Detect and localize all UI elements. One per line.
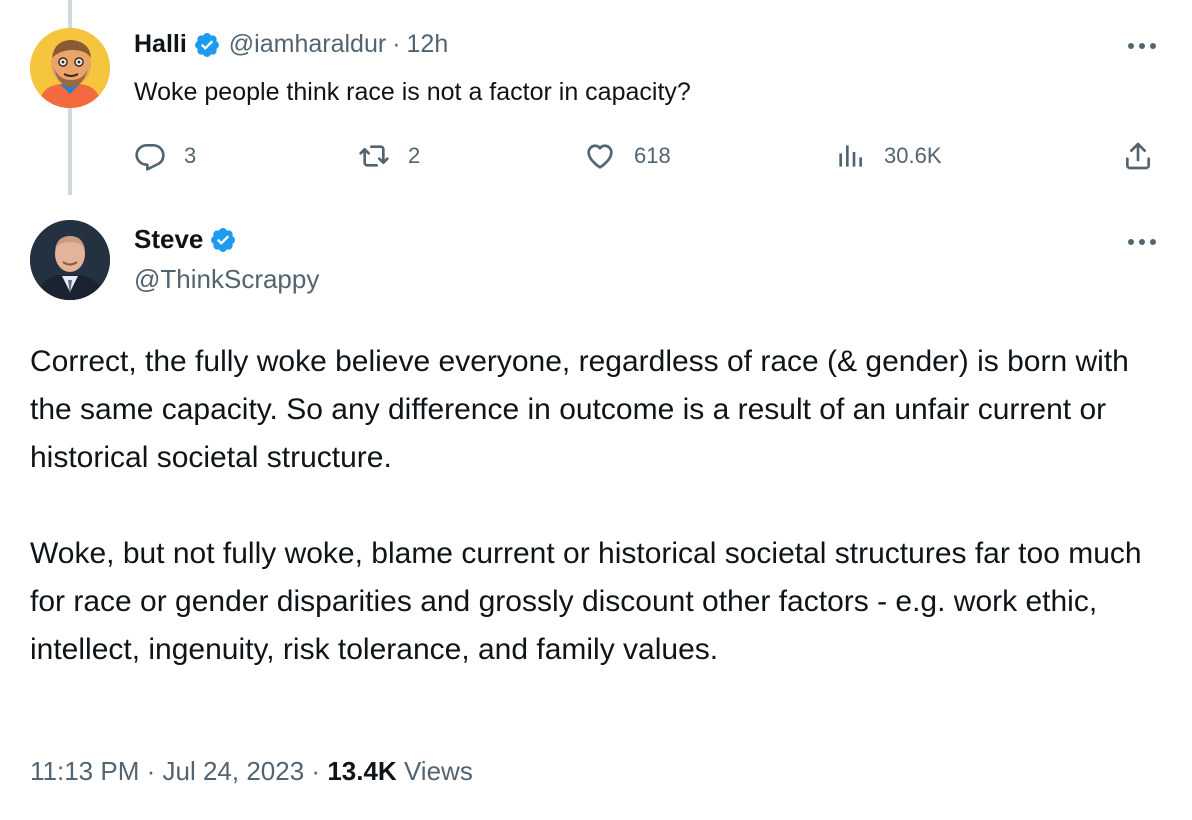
tweet-paragraph: Woke, but not fully woke, blame current … (30, 537, 1142, 666)
main-tweet-author: Steve (134, 224, 245, 255)
parent-action-bar: 3 2 618 30.6K (134, 138, 1164, 174)
repost-button[interactable]: 2 (358, 138, 420, 174)
more-dots-icon (1128, 239, 1156, 245)
parent-tweet-header: Halli @iamharaldur · 12h (134, 30, 448, 59)
analytics-icon (839, 145, 862, 167)
parent-tweet-text: Woke people think race is not a factor i… (134, 78, 691, 106)
tweet-thread: Halli @iamharaldur · 12h Woke people thi… (0, 0, 1192, 820)
more-dots-icon (1128, 43, 1156, 49)
share-icon (1126, 142, 1150, 170)
reply-icon (135, 144, 165, 171)
heart-icon (587, 144, 613, 169)
repost-icon (359, 145, 389, 167)
verified-badge-icon (193, 31, 221, 59)
separator-dot: · (146, 756, 156, 786)
tweet-meta: 11:13 PM · Jul 24, 2023 · 13.4K Views (30, 756, 473, 787)
views-count: 30.6K (884, 143, 942, 168)
avatar-steve[interactable] (30, 220, 110, 300)
separator-dot: · (392, 30, 401, 58)
parent-timestamp[interactable]: 12h (407, 30, 449, 59)
like-count: 618 (634, 143, 671, 168)
share-button[interactable] (1122, 138, 1172, 174)
tweet-time[interactable]: 11:13 PM (30, 756, 139, 786)
parent-more-button[interactable] (1124, 34, 1160, 58)
views-button[interactable]: 30.6K (834, 138, 942, 174)
repost-count: 2 (408, 143, 421, 168)
verified-badge-icon (209, 226, 237, 254)
reply-count: 3 (184, 143, 197, 168)
tweet-views-count: 13.4K (327, 756, 397, 786)
like-button[interactable]: 618 (584, 138, 671, 174)
tweet-views-label: Views (403, 756, 473, 786)
main-tweet-text: Correct, the fully woke believe everyone… (30, 338, 1170, 674)
parent-author-handle[interactable]: @iamharaldur (229, 30, 386, 59)
main-author-name[interactable]: Steve (134, 224, 203, 255)
separator-dot: · (311, 756, 321, 786)
reply-button[interactable]: 3 (134, 138, 196, 174)
tweet-date[interactable]: Jul 24, 2023 (163, 756, 305, 786)
tweet-paragraph: Correct, the fully woke believe everyone… (30, 345, 1129, 474)
avatar-halli[interactable] (30, 28, 110, 108)
main-author-handle[interactable]: @ThinkScrappy (134, 264, 319, 295)
main-more-button[interactable] (1124, 230, 1160, 254)
parent-author-name[interactable]: Halli (134, 30, 187, 59)
